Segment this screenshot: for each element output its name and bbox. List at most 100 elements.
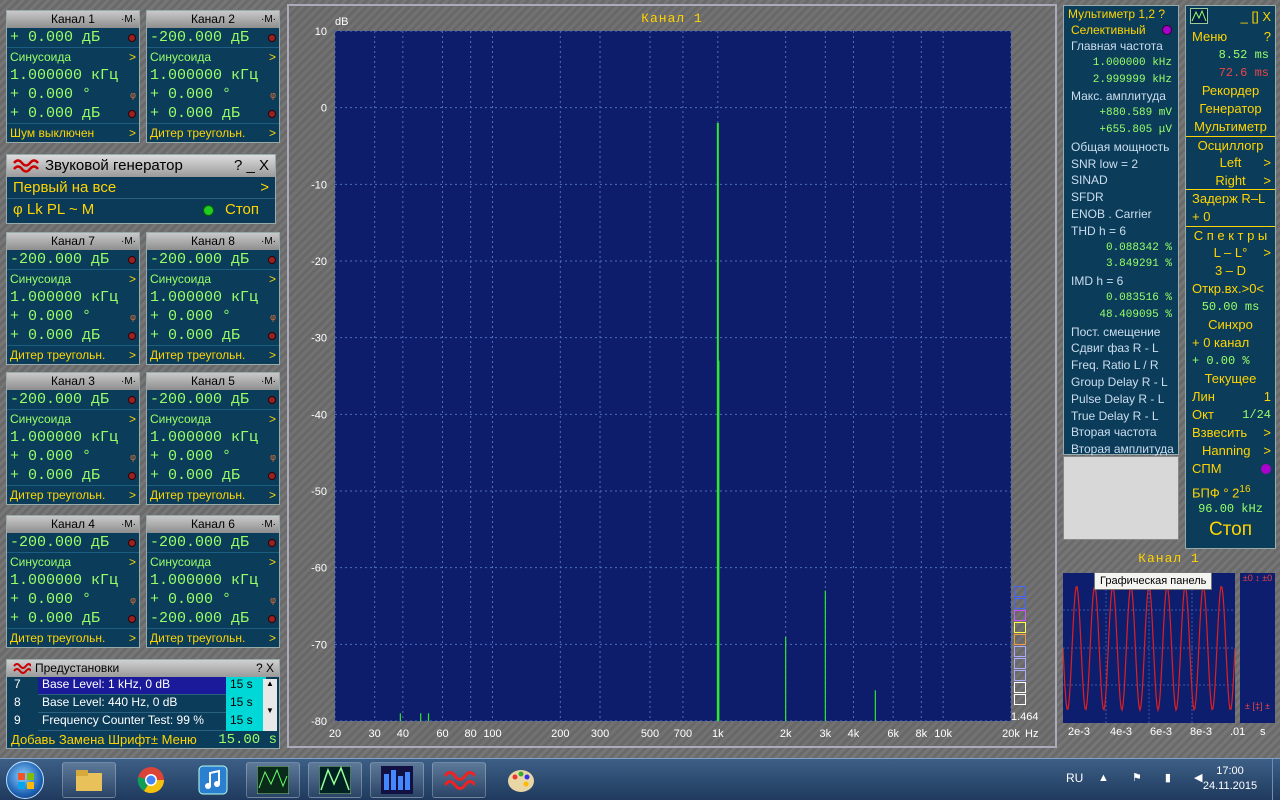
- presets-actions[interactable]: Добавь Замена Шрифт± Меню: [11, 732, 197, 747]
- measurement-item[interactable]: SNR low = 2: [1064, 156, 1178, 173]
- measurement-item[interactable]: Сдвиг фаз R - L: [1064, 340, 1178, 357]
- noise-mode-select[interactable]: Дитер треугольн. >: [7, 485, 139, 504]
- channel-title[interactable]: Канал 2 ·M·: [147, 11, 279, 28]
- menu-item-multimeter[interactable]: Мультиметр: [1186, 118, 1275, 136]
- channel-level[interactable]: -200.000 дБ: [7, 390, 139, 409]
- noise-mode-select[interactable]: Дитер треугольн. >: [147, 485, 279, 504]
- taskbar-paint[interactable]: [494, 762, 548, 798]
- channel-level[interactable]: + 0.000 дБ: [7, 28, 139, 47]
- menu-button[interactable]: Меню?: [1186, 28, 1275, 46]
- channel-phase[interactable]: + 0.000 ° φ: [147, 590, 279, 609]
- waveform-select[interactable]: Синусоида >: [147, 409, 279, 428]
- channel-frequency[interactable]: 1.000000 кГц: [7, 571, 139, 590]
- preset-row[interactable]: 9 Frequency Counter Test: 99 % 15 s: [10, 713, 266, 731]
- waveform-select[interactable]: Синусоида >: [7, 47, 139, 66]
- measurement-item[interactable]: SINAD: [1064, 172, 1178, 189]
- input-window-value[interactable]: 50.00 ms: [1186, 298, 1275, 316]
- weighting-select[interactable]: Взвесить >: [1186, 424, 1275, 442]
- selective-toggle[interactable]: Селективный: [1064, 22, 1178, 38]
- channel-offset[interactable]: + 0.000 дБ: [147, 326, 279, 345]
- channel-offset[interactable]: + 0.000 дБ: [7, 466, 139, 485]
- modulation-buttons[interactable]: φ Lk PL ~ M: [13, 201, 94, 218]
- noise-mode-select[interactable]: Дитер треугольн. >: [147, 123, 279, 142]
- presets-scrollbar[interactable]: ▲ ▼: [263, 679, 277, 731]
- linear-mode[interactable]: Лин 1: [1186, 388, 1275, 406]
- channel-frequency[interactable]: 1.000000 кГц: [147, 66, 279, 85]
- channel-frequency[interactable]: 1.000000 кГц: [147, 571, 279, 590]
- channel-level[interactable]: -200.000 дБ: [7, 250, 139, 269]
- presets-window-controls[interactable]: ? X: [256, 660, 274, 677]
- channel-level[interactable]: -200.000 дБ: [147, 250, 279, 269]
- channel-level[interactable]: -200.000 дБ: [147, 28, 279, 47]
- channel-offset[interactable]: + 0.000 дБ: [7, 326, 139, 345]
- measurement-item[interactable]: Макс. амплитуда: [1064, 88, 1178, 105]
- measurement-item[interactable]: Freq. Ratio L / R: [1064, 357, 1178, 374]
- taskbar-media[interactable]: [186, 762, 240, 798]
- generator-titlebar[interactable]: Звуковой генератор ? _ X: [7, 155, 275, 177]
- input-window-label[interactable]: Откр.вх.>0<: [1186, 280, 1275, 298]
- measurement-item[interactable]: SFDR: [1064, 189, 1178, 206]
- taskbar-app-generator[interactable]: [432, 762, 486, 798]
- channel-title[interactable]: Канал 3 ·M·: [7, 373, 139, 390]
- channel-offset[interactable]: + 0.000 дБ: [147, 104, 279, 123]
- measurement-item[interactable]: True Delay R - L: [1064, 408, 1178, 425]
- noise-mode-select[interactable]: Дитер треугольн. >: [7, 345, 139, 364]
- noise-mode-select[interactable]: Дитер треугольн. >: [7, 628, 139, 647]
- spectrum-chart[interactable]: 20 30 40 60 80 100 200 300 500 700 1k 2k 3k 4k 6k 8k 10k…: [289, 6, 1055, 746]
- channel-level[interactable]: -200.000 дБ: [147, 390, 279, 409]
- stop-button[interactable]: Стоп: [1186, 518, 1275, 542]
- clock[interactable]: 17:00 24.11.2015: [1200, 765, 1260, 792]
- measurement-item[interactable]: Главная частота: [1064, 38, 1178, 55]
- measurement-item[interactable]: Pulse Delay R - L: [1064, 391, 1178, 408]
- psd-toggle[interactable]: СПМ: [1186, 460, 1275, 478]
- waveform-select[interactable]: Синусоида >: [7, 269, 139, 288]
- left-channel-select[interactable]: Left >: [1186, 154, 1275, 172]
- channel-offset[interactable]: + 0.000 дБ: [147, 466, 279, 485]
- preset-duration[interactable]: 15.00 s: [218, 732, 277, 748]
- tray-icons[interactable]: ▲ ⚑ ▮ ◀: [1098, 771, 1212, 784]
- measurement-item[interactable]: Group Delay R - L: [1064, 374, 1178, 391]
- sync-percent[interactable]: + 0.00 %: [1186, 352, 1275, 370]
- sample-rate[interactable]: 96.00 kHz: [1186, 500, 1275, 518]
- menu-item-recorder[interactable]: Рекордер: [1186, 82, 1275, 100]
- channel-frequency[interactable]: 1.000000 кГц: [7, 428, 139, 447]
- start-button[interactable]: [6, 761, 44, 799]
- waveform-select[interactable]: Синусоида >: [147, 552, 279, 571]
- multimeter-title[interactable]: Мультиметр 1,2 ?: [1064, 6, 1178, 22]
- channel-title[interactable]: Канал 6 ·M·: [147, 516, 279, 533]
- noise-mode-select[interactable]: Шум выключен >: [7, 123, 139, 142]
- measurement-item[interactable]: Вторая частота: [1064, 424, 1178, 441]
- taskbar-chrome[interactable]: [124, 762, 178, 798]
- channel-level[interactable]: -200.000 дБ: [7, 533, 139, 552]
- channel-phase[interactable]: + 0.000 ° φ: [7, 307, 139, 326]
- delay-value[interactable]: + 0: [1186, 208, 1275, 226]
- fft-size[interactable]: БПФ ° 216: [1186, 478, 1275, 500]
- menu-item-oscilloscope[interactable]: Осциллогр: [1186, 136, 1275, 154]
- language-indicator[interactable]: RU: [1066, 771, 1083, 785]
- measurement-item[interactable]: Пост. смещение: [1064, 324, 1178, 341]
- channel-title[interactable]: Канал 7 ·M·: [7, 233, 139, 250]
- octave-mode[interactable]: Окт 1/24: [1186, 406, 1275, 424]
- measurement-item[interactable]: ENOB . Carrier: [1064, 206, 1178, 223]
- channel-phase[interactable]: + 0.000 ° φ: [147, 85, 279, 104]
- channel-phase[interactable]: + 0.000 ° φ: [7, 85, 139, 104]
- preset-row[interactable]: 8 Base Level: 440 Hz, 0 dB 15 s: [10, 695, 266, 713]
- delay-label[interactable]: Задерж R–L: [1186, 190, 1275, 208]
- window-function-select[interactable]: Hanning >: [1186, 442, 1275, 460]
- channel-frequency[interactable]: 1.000000 кГц: [7, 288, 139, 307]
- measurement-item[interactable]: THD h = 6: [1064, 223, 1178, 240]
- current-mode[interactable]: Текущее: [1186, 370, 1275, 388]
- taskbar-app-analyzer[interactable]: [308, 762, 362, 798]
- waveform-select[interactable]: Синусоида >: [147, 47, 279, 66]
- marker-boxes[interactable]: [1014, 586, 1026, 706]
- channel-title[interactable]: Канал 4 ·M·: [7, 516, 139, 533]
- show-desktop-button[interactable]: [1272, 759, 1280, 800]
- taskbar-app-bars[interactable]: [370, 762, 424, 798]
- sync-label[interactable]: Синхро: [1186, 316, 1275, 334]
- waveform-select[interactable]: Синусоида >: [7, 409, 139, 428]
- presets-titlebar[interactable]: Предустановки ? X: [7, 660, 279, 677]
- sync-channel[interactable]: + 0 канал: [1186, 334, 1275, 352]
- channel-level[interactable]: -200.000 дБ: [147, 533, 279, 552]
- taskbar-app-scope[interactable]: [246, 762, 300, 798]
- waveform-select[interactable]: Синусоида >: [147, 269, 279, 288]
